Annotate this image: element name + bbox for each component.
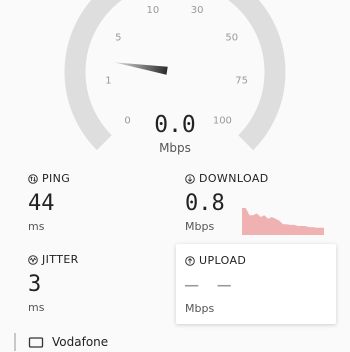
- ping-value: 44: [28, 191, 55, 216]
- network-info[interactable]: Vodafone: [14, 332, 334, 352]
- ping-label: PING: [42, 172, 71, 185]
- network-name: Vodafone: [52, 335, 109, 349]
- upload-value: — —: [185, 273, 234, 298]
- jitter-card: JITTER 3 ms: [28, 253, 168, 323]
- download-sparkline: [242, 208, 324, 235]
- gauge-tick-label: 50: [225, 32, 238, 43]
- gauge-tick-label: 1: [105, 76, 111, 87]
- gauge-tick-label: 100: [213, 115, 232, 126]
- jitter-unit: ms: [28, 301, 45, 314]
- network-divider: [14, 333, 16, 351]
- upload-unit: Mbps: [185, 302, 215, 315]
- upload-card: UPLOAD — — Mbps: [176, 244, 336, 324]
- jitter-wave-icon: [28, 254, 38, 265]
- speed-gauge: 0 1 5 10 30 50 75 100 0.0 Mbps: [64, 0, 286, 155]
- download-card: DOWNLOAD 0.8 Mbps: [185, 172, 335, 242]
- gauge-tick-label: 5: [115, 32, 121, 43]
- download-label: DOWNLOAD: [199, 172, 269, 185]
- wifi-device-icon: [28, 337, 44, 348]
- upload-arrow-icon: [185, 255, 195, 266]
- gauge-value: 0.0: [154, 112, 196, 138]
- ping-unit: ms: [28, 220, 45, 233]
- download-arrow-icon: [185, 173, 195, 184]
- ping-arrows-icon: [28, 173, 38, 184]
- jitter-value: 3: [28, 272, 42, 297]
- download-sparkline-area: [242, 208, 324, 235]
- upload-label: UPLOAD: [199, 254, 247, 267]
- ping-card: PING 44 ms: [28, 172, 168, 242]
- gauge-needle: [113, 62, 168, 75]
- gauge-tick-label: 75: [235, 76, 248, 87]
- jitter-label: JITTER: [42, 253, 79, 266]
- gauge-tick-label: 10: [147, 5, 160, 16]
- gauge-tick-label: 0: [124, 115, 130, 126]
- gauge-tick-label: 30: [191, 5, 204, 16]
- gauge-unit: Mbps: [159, 141, 191, 155]
